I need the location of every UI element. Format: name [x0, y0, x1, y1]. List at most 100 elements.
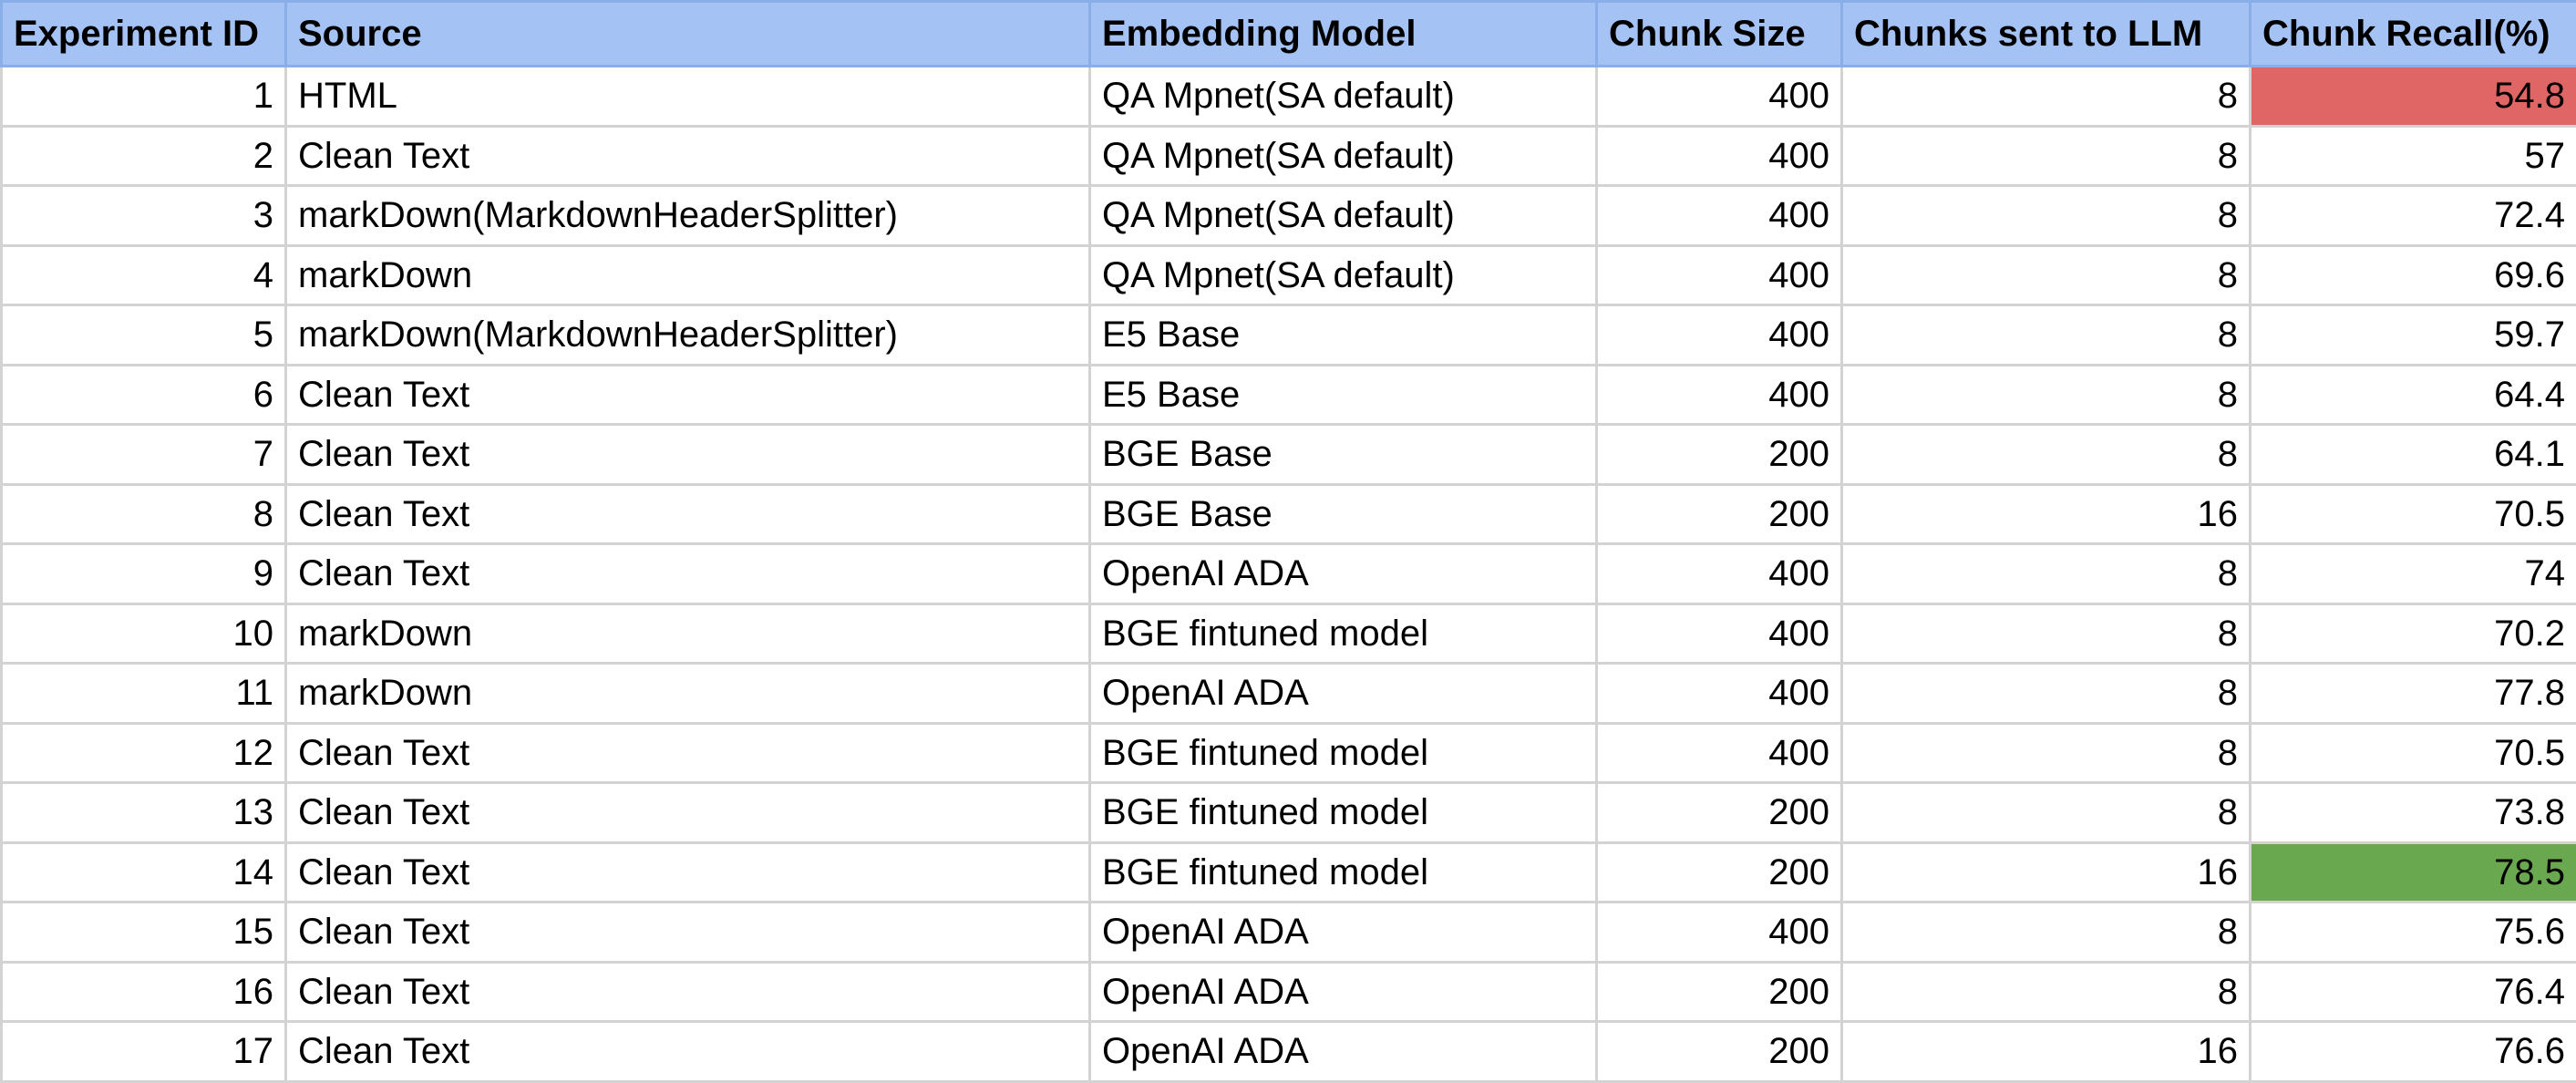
cell-chunk-recall[interactable]: 64.1 [2249, 423, 2576, 486]
cell-experiment-id[interactable]: 9 [0, 542, 287, 605]
cell-experiment-id[interactable]: 1 [0, 65, 287, 128]
cell-chunk-size[interactable]: 400 [1595, 901, 1843, 964]
cell-chunk-size[interactable]: 200 [1595, 841, 1843, 903]
header-embedding-model[interactable]: Embedding Model [1088, 0, 1598, 67]
cell-chunk-size[interactable]: 400 [1595, 662, 1843, 725]
cell-chunk-size[interactable]: 200 [1595, 423, 1843, 486]
cell-experiment-id[interactable]: 5 [0, 304, 287, 366]
cell-chunk-recall[interactable]: 72.4 [2249, 184, 2576, 247]
cell-chunk-size[interactable]: 400 [1595, 602, 1843, 665]
cell-chunk-recall[interactable]: 59.7 [2249, 304, 2576, 366]
cell-chunk-size[interactable]: 200 [1595, 1020, 1843, 1083]
cell-chunks-sent[interactable]: 8 [1840, 65, 2251, 128]
cell-experiment-id[interactable]: 10 [0, 602, 287, 665]
cell-chunk-size[interactable]: 400 [1595, 304, 1843, 366]
cell-chunks-sent[interactable]: 8 [1840, 542, 2251, 605]
cell-chunk-recall[interactable]: 70.5 [2249, 721, 2576, 784]
cell-experiment-id[interactable]: 14 [0, 841, 287, 903]
cell-chunk-size[interactable]: 400 [1595, 243, 1843, 306]
cell-embedding-model[interactable]: E5 Base [1088, 304, 1598, 366]
cell-source[interactable]: Clean Text [284, 841, 1091, 903]
cell-chunk-size[interactable]: 400 [1595, 363, 1843, 426]
cell-source[interactable]: Clean Text [284, 721, 1091, 784]
cell-chunks-sent[interactable]: 8 [1840, 243, 2251, 306]
cell-embedding-model[interactable]: BGE Base [1088, 482, 1598, 545]
cell-chunk-size[interactable]: 400 [1595, 542, 1843, 605]
cell-experiment-id[interactable]: 7 [0, 423, 287, 486]
cell-experiment-id[interactable]: 8 [0, 482, 287, 545]
cell-source[interactable]: Clean Text [284, 1020, 1091, 1083]
cell-chunks-sent[interactable]: 8 [1840, 423, 2251, 486]
cell-chunk-recall[interactable]: 77.8 [2249, 662, 2576, 725]
cell-chunks-sent[interactable]: 8 [1840, 901, 2251, 964]
cell-chunk-recall[interactable]: 78.5 [2249, 841, 2576, 903]
cell-chunks-sent[interactable]: 8 [1840, 721, 2251, 784]
cell-experiment-id[interactable]: 4 [0, 243, 287, 306]
cell-chunk-recall[interactable]: 57 [2249, 124, 2576, 187]
cell-source[interactable]: markDown(MarkdownHeaderSplitter) [284, 304, 1091, 366]
cell-embedding-model[interactable]: OpenAI ADA [1088, 662, 1598, 725]
cell-chunk-recall[interactable]: 70.2 [2249, 602, 2576, 665]
cell-chunk-recall[interactable]: 54.8 [2249, 65, 2576, 128]
cell-source[interactable]: Clean Text [284, 960, 1091, 1023]
cell-embedding-model[interactable]: OpenAI ADA [1088, 542, 1598, 605]
cell-source[interactable]: markDown [284, 662, 1091, 725]
cell-experiment-id[interactable]: 15 [0, 901, 287, 964]
header-source[interactable]: Source [284, 0, 1091, 67]
cell-chunks-sent[interactable]: 8 [1840, 781, 2251, 844]
cell-embedding-model[interactable]: OpenAI ADA [1088, 1020, 1598, 1083]
cell-chunks-sent[interactable]: 8 [1840, 304, 2251, 366]
cell-chunk-size[interactable]: 400 [1595, 65, 1843, 128]
cell-chunks-sent[interactable]: 16 [1840, 841, 2251, 903]
cell-chunk-recall[interactable]: 64.4 [2249, 363, 2576, 426]
cell-chunk-size[interactable]: 400 [1595, 721, 1843, 784]
cell-chunk-size[interactable]: 200 [1595, 482, 1843, 545]
cell-experiment-id[interactable]: 11 [0, 662, 287, 725]
cell-embedding-model[interactable]: BGE Base [1088, 423, 1598, 486]
header-experiment-id[interactable]: Experiment ID [0, 0, 287, 67]
cell-chunk-recall[interactable]: 73.8 [2249, 781, 2576, 844]
cell-chunks-sent[interactable]: 8 [1840, 184, 2251, 247]
cell-source[interactable]: markDown(MarkdownHeaderSplitter) [284, 184, 1091, 247]
cell-embedding-model[interactable]: BGE fintuned model [1088, 841, 1598, 903]
cell-embedding-model[interactable]: E5 Base [1088, 363, 1598, 426]
cell-chunks-sent[interactable]: 16 [1840, 482, 2251, 545]
header-chunk-recall[interactable]: Chunk Recall(%) [2249, 0, 2576, 67]
cell-experiment-id[interactable]: 12 [0, 721, 287, 784]
cell-chunk-recall[interactable]: 76.4 [2249, 960, 2576, 1023]
cell-source[interactable]: HTML [284, 65, 1091, 128]
cell-source[interactable]: Clean Text [284, 124, 1091, 187]
cell-embedding-model[interactable]: OpenAI ADA [1088, 901, 1598, 964]
cell-source[interactable]: Clean Text [284, 542, 1091, 605]
cell-source[interactable]: markDown [284, 602, 1091, 665]
cell-embedding-model[interactable]: BGE fintuned model [1088, 602, 1598, 665]
cell-embedding-model[interactable]: QA Mpnet(SA default) [1088, 124, 1598, 187]
cell-source[interactable]: Clean Text [284, 901, 1091, 964]
cell-chunks-sent[interactable]: 8 [1840, 124, 2251, 187]
cell-embedding-model[interactable]: QA Mpnet(SA default) [1088, 243, 1598, 306]
cell-chunk-recall[interactable]: 70.5 [2249, 482, 2576, 545]
cell-experiment-id[interactable]: 13 [0, 781, 287, 844]
cell-chunk-size[interactable]: 200 [1595, 781, 1843, 844]
cell-chunks-sent[interactable]: 8 [1840, 662, 2251, 725]
cell-chunk-size[interactable]: 400 [1595, 184, 1843, 247]
cell-chunk-recall[interactable]: 75.6 [2249, 901, 2576, 964]
cell-experiment-id[interactable]: 16 [0, 960, 287, 1023]
cell-chunks-sent[interactable]: 16 [1840, 1020, 2251, 1083]
header-chunks-sent[interactable]: Chunks sent to LLM [1840, 0, 2251, 67]
cell-chunk-recall[interactable]: 76.6 [2249, 1020, 2576, 1083]
cell-source[interactable]: Clean Text [284, 363, 1091, 426]
cell-source[interactable]: Clean Text [284, 781, 1091, 844]
cell-experiment-id[interactable]: 3 [0, 184, 287, 247]
cell-embedding-model[interactable]: BGE fintuned model [1088, 721, 1598, 784]
cell-chunks-sent[interactable]: 8 [1840, 960, 2251, 1023]
cell-embedding-model[interactable]: QA Mpnet(SA default) [1088, 65, 1598, 128]
cell-embedding-model[interactable]: OpenAI ADA [1088, 960, 1598, 1023]
cell-source[interactable]: markDown [284, 243, 1091, 306]
cell-embedding-model[interactable]: QA Mpnet(SA default) [1088, 184, 1598, 247]
cell-source[interactable]: Clean Text [284, 423, 1091, 486]
cell-experiment-id[interactable]: 6 [0, 363, 287, 426]
cell-experiment-id[interactable]: 2 [0, 124, 287, 187]
cell-chunk-size[interactable]: 200 [1595, 960, 1843, 1023]
cell-source[interactable]: Clean Text [284, 482, 1091, 545]
